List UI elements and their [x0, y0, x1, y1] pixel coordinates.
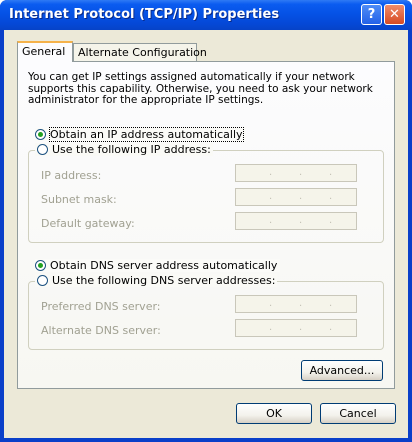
close-button[interactable]: ✕ [384, 4, 405, 25]
alternate-dns-label: Alternate DNS server: [41, 324, 161, 337]
help-button[interactable]: ? [361, 4, 382, 25]
ip-address-group: Use the following IP address: IP address… [28, 143, 384, 243]
use-following-dns-radio[interactable]: Use the following DNS server addresses: [35, 274, 278, 287]
obtain-dns-auto-radio[interactable]: Obtain DNS server address automatically [35, 259, 281, 272]
ip-address-label: IP address: [41, 169, 102, 182]
radio-label: Use the following DNS server addresses: [52, 274, 276, 287]
preferred-dns-field[interactable]: ... [235, 295, 357, 313]
close-icon: ✕ [389, 7, 400, 22]
advanced-button[interactable]: Advanced... [301, 360, 383, 381]
preferred-dns-label: Preferred DNS server: [41, 300, 161, 313]
radio-selected-icon [35, 129, 46, 140]
ip-address-field[interactable]: ... [235, 164, 357, 182]
radio-empty-icon [37, 275, 48, 286]
radio-label: Use the following IP address: [52, 143, 211, 156]
radio-selected-icon [35, 260, 46, 271]
radio-empty-icon [37, 144, 48, 155]
subnet-mask-field[interactable]: ... [235, 188, 357, 206]
general-tab-panel: You can get IP settings assigned automat… [17, 61, 395, 389]
cancel-button[interactable]: Cancel [320, 403, 396, 424]
radio-label: Obtain DNS server address automatically [50, 259, 278, 272]
tab-label: General [22, 45, 66, 58]
description-text: You can get IP settings assigned automat… [28, 71, 373, 106]
dialog-body: General Alternate Configuration You can … [4, 30, 408, 438]
window-title: Internet Protocol (TCP/IP) Properties [9, 7, 280, 22]
subnet-mask-label: Subnet mask: [41, 193, 117, 206]
use-following-ip-radio[interactable]: Use the following IP address: [35, 143, 213, 156]
dialog-window: Internet Protocol (TCP/IP) Properties ? … [0, 0, 412, 442]
title-bar[interactable]: Internet Protocol (TCP/IP) Properties ? … [0, 0, 412, 30]
alternate-dns-field[interactable]: ... [235, 319, 357, 337]
tab-alternate-configuration[interactable]: Alternate Configuration [73, 43, 207, 62]
tab-label: Alternate Configuration [78, 46, 207, 59]
default-gateway-field[interactable]: ... [235, 212, 357, 230]
ok-button[interactable]: OK [236, 403, 312, 424]
dns-server-group: Use the following DNS server addresses: … [28, 274, 384, 350]
tab-general[interactable]: General [17, 41, 73, 62]
radio-label: Obtain an IP address automatically [49, 127, 244, 142]
obtain-ip-auto-radio[interactable]: Obtain an IP address automatically [35, 127, 246, 142]
help-icon: ? [367, 7, 376, 22]
default-gateway-label: Default gateway: [41, 217, 135, 230]
